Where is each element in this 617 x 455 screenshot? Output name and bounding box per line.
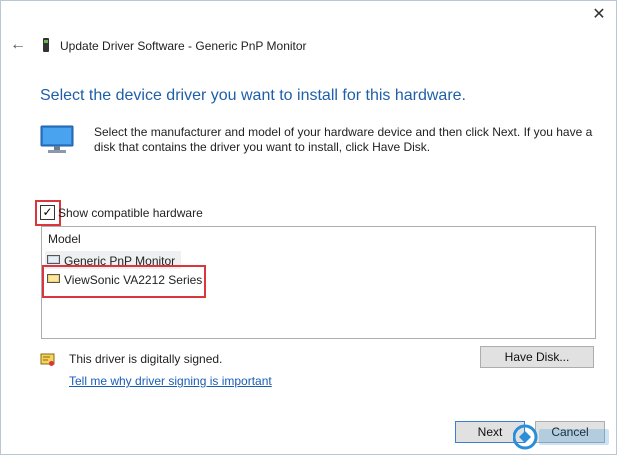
driver-signing-link[interactable]: Tell me why driver signing is important — [69, 374, 272, 388]
back-arrow-icon[interactable]: ← — [8, 36, 28, 54]
list-item-highlight-box — [42, 265, 206, 298]
have-disk-button[interactable]: Have Disk... — [480, 346, 594, 368]
monitor-icon — [40, 125, 74, 153]
show-compatible-label[interactable]: Show compatible hardware — [58, 206, 203, 220]
window-title: Update Driver Software - Generic PnP Mon… — [60, 39, 307, 53]
monitor-driver-icon — [47, 255, 60, 264]
driver-signed-text: This driver is digitally signed. — [69, 352, 223, 366]
close-icon[interactable]: ✕ — [585, 4, 613, 26]
watermark-logo — [513, 424, 609, 450]
instruction-text: Select the manufacturer and model of you… — [94, 125, 593, 154]
model-column-header: Model — [48, 232, 81, 246]
page-heading: Select the device driver you want to ins… — [40, 87, 466, 104]
device-icon — [43, 38, 49, 52]
certificate-icon — [40, 353, 55, 366]
